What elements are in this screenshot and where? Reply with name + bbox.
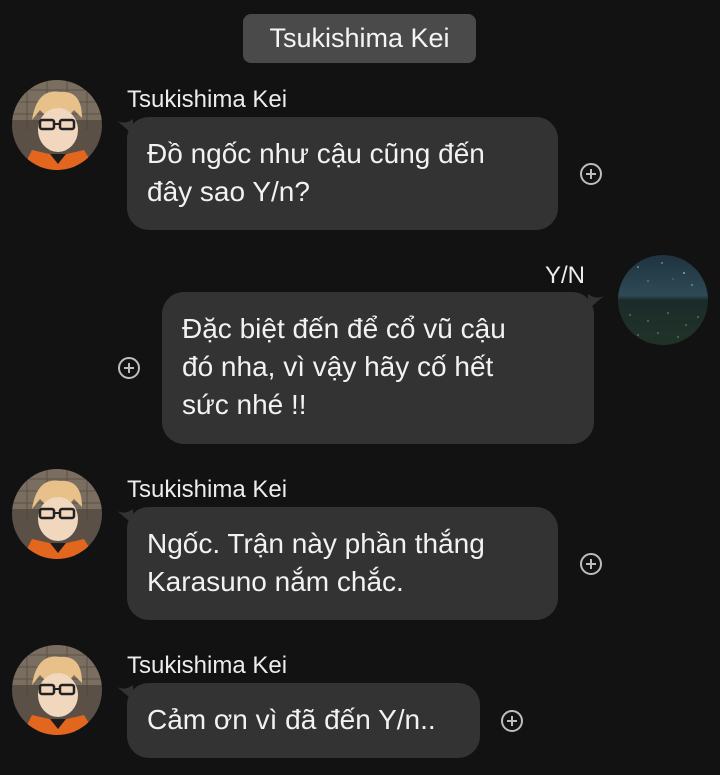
sender-name: Tsukishima Kei <box>127 652 288 679</box>
message-text-line: Đồ ngốc như cậu cũng đến <box>147 138 485 169</box>
message-bubble[interactable]: Cảm ơn vì đã đến Y/n.. <box>127 683 480 758</box>
message-text-line: Cảm ơn vì đã đến Y/n.. <box>147 704 436 735</box>
message-text-line: đây sao Y/n? <box>147 176 310 207</box>
message-text-line: Ngốc. Trận này phần thắng <box>147 528 485 559</box>
sender-name: Y/N <box>545 262 586 289</box>
chat-title-chip: Tsukishima Kei <box>243 14 476 63</box>
add-reaction-icon[interactable] <box>580 553 602 575</box>
night-sky-avatar[interactable] <box>618 255 708 345</box>
tsukishima-avatar[interactable] <box>12 80 102 170</box>
add-reaction-icon[interactable] <box>118 357 140 379</box>
message-text-line: đó nha, vì vậy hãy cố hết <box>182 351 494 382</box>
message-text-line: Karasuno nắm chắc. <box>147 566 404 597</box>
message-bubble[interactable]: Đặc biệt đến để cổ vũ cậu đó nha, vì vậy… <box>162 292 594 444</box>
add-reaction-icon[interactable] <box>580 163 602 185</box>
sender-name: Tsukishima Kei <box>127 476 288 503</box>
tsukishima-avatar[interactable] <box>12 469 102 559</box>
message-bubble[interactable]: Đồ ngốc như cậu cũng đến đây sao Y/n? <box>127 117 558 230</box>
chat-title: Tsukishima Kei <box>269 23 450 53</box>
message-text-line: sức nhé !! <box>182 389 307 420</box>
add-reaction-icon[interactable] <box>501 710 523 732</box>
tsukishima-avatar[interactable] <box>12 645 102 735</box>
message-bubble[interactable]: Ngốc. Trận này phần thắng Karasuno nắm c… <box>127 507 558 620</box>
sender-name: Tsukishima Kei <box>127 86 288 113</box>
message-text-line: Đặc biệt đến để cổ vũ cậu <box>182 313 506 344</box>
